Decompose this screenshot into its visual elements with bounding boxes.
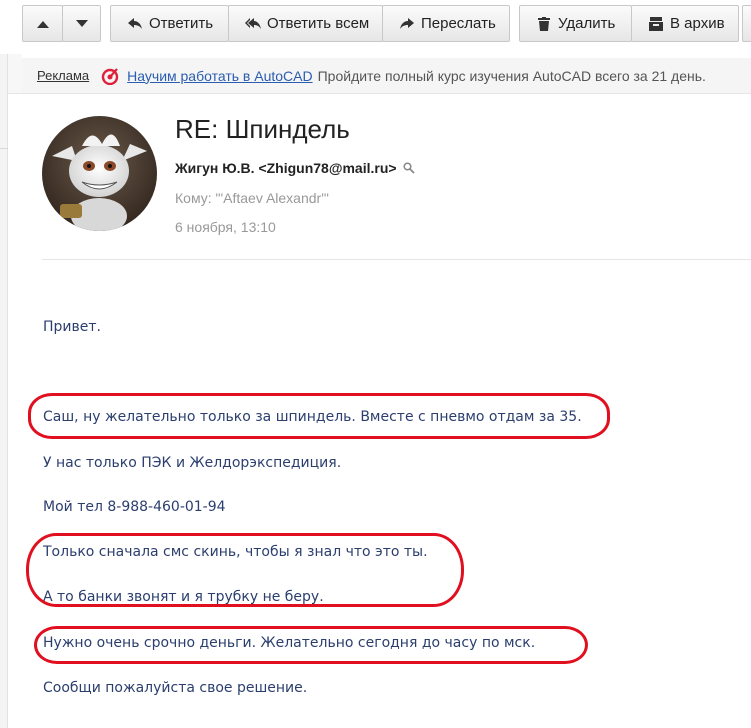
search-icon[interactable]: [403, 162, 415, 174]
ad-label[interactable]: Реклама: [37, 68, 89, 83]
message-date: 6 ноября, 13:10: [175, 219, 276, 235]
toolbar: Ответить Ответить всем Переслать Удалить…: [0, 0, 751, 50]
archive-icon: [648, 16, 664, 32]
left-panel-edge: [0, 54, 8, 728]
sender-name[interactable]: Жигун Ю.В. <Zhigun78@mail.ru>: [175, 160, 397, 176]
forward-label: Переслать: [421, 15, 496, 32]
sender-avatar[interactable]: [42, 116, 157, 231]
annotation-ellipse: [28, 393, 610, 439]
reply-all-label: Ответить всем: [267, 15, 370, 32]
reply-all-button[interactable]: Ответить всем: [228, 5, 383, 42]
more-button[interactable]: [742, 5, 751, 42]
body-line: Привет.: [43, 319, 101, 335]
trash-icon: [536, 16, 552, 32]
reply-button[interactable]: Ответить: [110, 5, 229, 42]
next-message-button[interactable]: [62, 5, 101, 42]
body-line: У нас только ПЭК и Желдорэкспедиция.: [43, 455, 342, 471]
left-panel-corner: [8, 54, 22, 94]
ad-logo-icon: [101, 67, 119, 85]
archive-label: В архив: [670, 15, 725, 32]
reply-all-icon: [245, 16, 261, 32]
header-divider: [42, 259, 751, 260]
body-line: Мой тел 8-988-460-01-94: [43, 499, 226, 515]
delete-button[interactable]: Удалить: [519, 5, 632, 42]
forward-button[interactable]: Переслать: [382, 5, 510, 42]
sender[interactable]: Жигун Ю.В. <Zhigun78@mail.ru>: [175, 160, 415, 176]
annotation-ellipse: [34, 626, 588, 664]
ad-title-link[interactable]: Научим работать в AutoCAD: [127, 68, 312, 84]
reply-label: Ответить: [149, 15, 214, 32]
ad-text: Пройдите полный курс изучения AutoCAD вс…: [317, 67, 706, 84]
arrow-down-icon: [75, 19, 88, 27]
reply-icon: [127, 16, 143, 32]
arrow-up-icon: [36, 20, 49, 28]
forward-icon: [399, 16, 415, 32]
recipient: Кому: "'Aftaev Alexandr'": [175, 190, 329, 206]
message-subject: RE: Шпиндель: [175, 114, 350, 144]
delete-label: Удалить: [558, 15, 616, 32]
ad-bar[interactable]: Реклама Научим работать в AutoCAD Пройди…: [22, 58, 751, 94]
previous-message-button[interactable]: [22, 5, 63, 42]
archive-button[interactable]: В архив: [631, 5, 739, 42]
body-line: Сообщи пожалуйста свое решение.: [43, 680, 308, 696]
annotation-ellipse: [26, 533, 464, 607]
